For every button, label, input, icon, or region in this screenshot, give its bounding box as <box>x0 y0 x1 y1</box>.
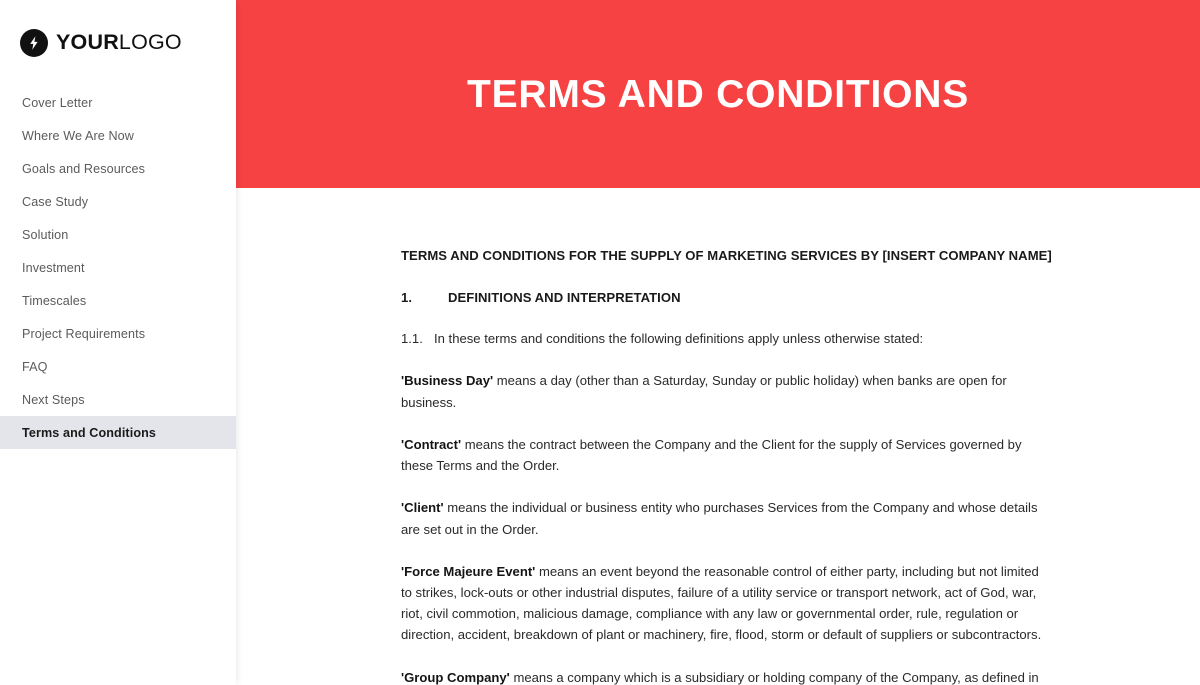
sidebar-item-label: Next Steps <box>22 392 85 407</box>
sidebar-item-label: Cover Letter <box>22 95 93 110</box>
sidebar-item-terms-and-conditions[interactable]: Terms and Conditions <box>0 416 236 449</box>
clause-text: In these terms and conditions the follow… <box>434 331 924 347</box>
sidebar-item-label: FAQ <box>22 359 48 374</box>
sidebar-item-solution[interactable]: Solution <box>0 218 236 251</box>
sidebar-item-label: Terms and Conditions <box>22 425 157 440</box>
proposal-document-page: YOURLOGO Cover Letter Where We Are Now G… <box>0 0 1200 685</box>
sidebar-item-label: Timescales <box>22 293 87 308</box>
sidebar-item-label: Case Study <box>22 194 89 209</box>
clause-number: 1.1. <box>401 331 423 347</box>
sidebar-item-label: Investment <box>22 260 85 275</box>
sidebar: YOURLOGO Cover Letter Where We Are Now G… <box>0 0 236 685</box>
section-number: 1. <box>401 289 413 305</box>
definition-text: means the contract between the Company a… <box>401 436 1022 474</box>
sidebar-item-next-steps[interactable]: Next Steps <box>0 383 236 416</box>
sidebar-item-faq[interactable]: FAQ <box>0 350 236 383</box>
sidebar-item-label: Solution <box>22 227 69 242</box>
clause-1-1: 1.1. In these terms and conditions the f… <box>401 328 1045 349</box>
brand-name-bold: YOUR <box>56 30 119 55</box>
sidebar-nav: Cover Letter Where We Are Now Goals and … <box>0 86 236 449</box>
definition-term: 'Client' <box>401 500 444 516</box>
document-heading: TERMS AND CONDITIONS FOR THE SUPPLY OF M… <box>401 248 1052 263</box>
brand-logo[interactable]: YOURLOGO <box>20 22 236 64</box>
sidebar-item-project-requirements[interactable]: Project Requirements <box>0 317 236 350</box>
definition-force-majeure-event: 'Force Majeure Event' means an event bey… <box>401 561 1045 646</box>
definition-business-day: 'Business Day' means a day (other than a… <box>401 370 1045 412</box>
sidebar-item-label: Where We Are Now <box>22 128 134 143</box>
sidebar-item-investment[interactable]: Investment <box>0 251 236 284</box>
sidebar-item-timescales[interactable]: Timescales <box>0 284 236 317</box>
definition-term: 'Contract' <box>401 436 462 452</box>
sidebar-item-case-study[interactable]: Case Study <box>0 185 236 218</box>
definition-term: 'Business Day' <box>401 373 494 389</box>
section-heading: 1. DEFINITIONS AND INTERPRETATION <box>401 288 1045 308</box>
content-area: TERMS AND CONDITIONS TERMS AND CONDITION… <box>236 0 1200 685</box>
sidebar-item-cover-letter[interactable]: Cover Letter <box>0 86 236 119</box>
definition-group-company: 'Group Company' means a company which is… <box>401 667 1045 685</box>
sidebar-item-label: Project Requirements <box>22 326 146 341</box>
sidebar-item-goals-and-resources[interactable]: Goals and Resources <box>0 152 236 185</box>
definition-term: 'Force Majeure Event' <box>401 563 536 579</box>
definition-client: 'Client' means the individual or busines… <box>401 497 1045 539</box>
brand-logo-text: YOURLOGO <box>56 32 182 54</box>
definition-term: 'Group Company' <box>401 669 510 685</box>
page-banner: TERMS AND CONDITIONS <box>236 0 1200 188</box>
definition-text: means the individual or business entity … <box>401 500 1038 537</box>
lightning-bolt-icon <box>20 29 48 57</box>
page-title: TERMS AND CONDITIONS <box>466 72 970 116</box>
sidebar-item-where-we-are-now[interactable]: Where We Are Now <box>0 119 236 152</box>
sidebar-item-label: Goals and Resources <box>22 161 146 176</box>
brand-name-light: LOGO <box>118 30 182 55</box>
document-body: TERMS AND CONDITIONS FOR THE SUPPLY OF M… <box>236 188 1200 685</box>
section-title: DEFINITIONS AND INTERPRETATION <box>448 289 681 305</box>
definition-contract: 'Contract' means the contract between th… <box>401 434 1045 476</box>
